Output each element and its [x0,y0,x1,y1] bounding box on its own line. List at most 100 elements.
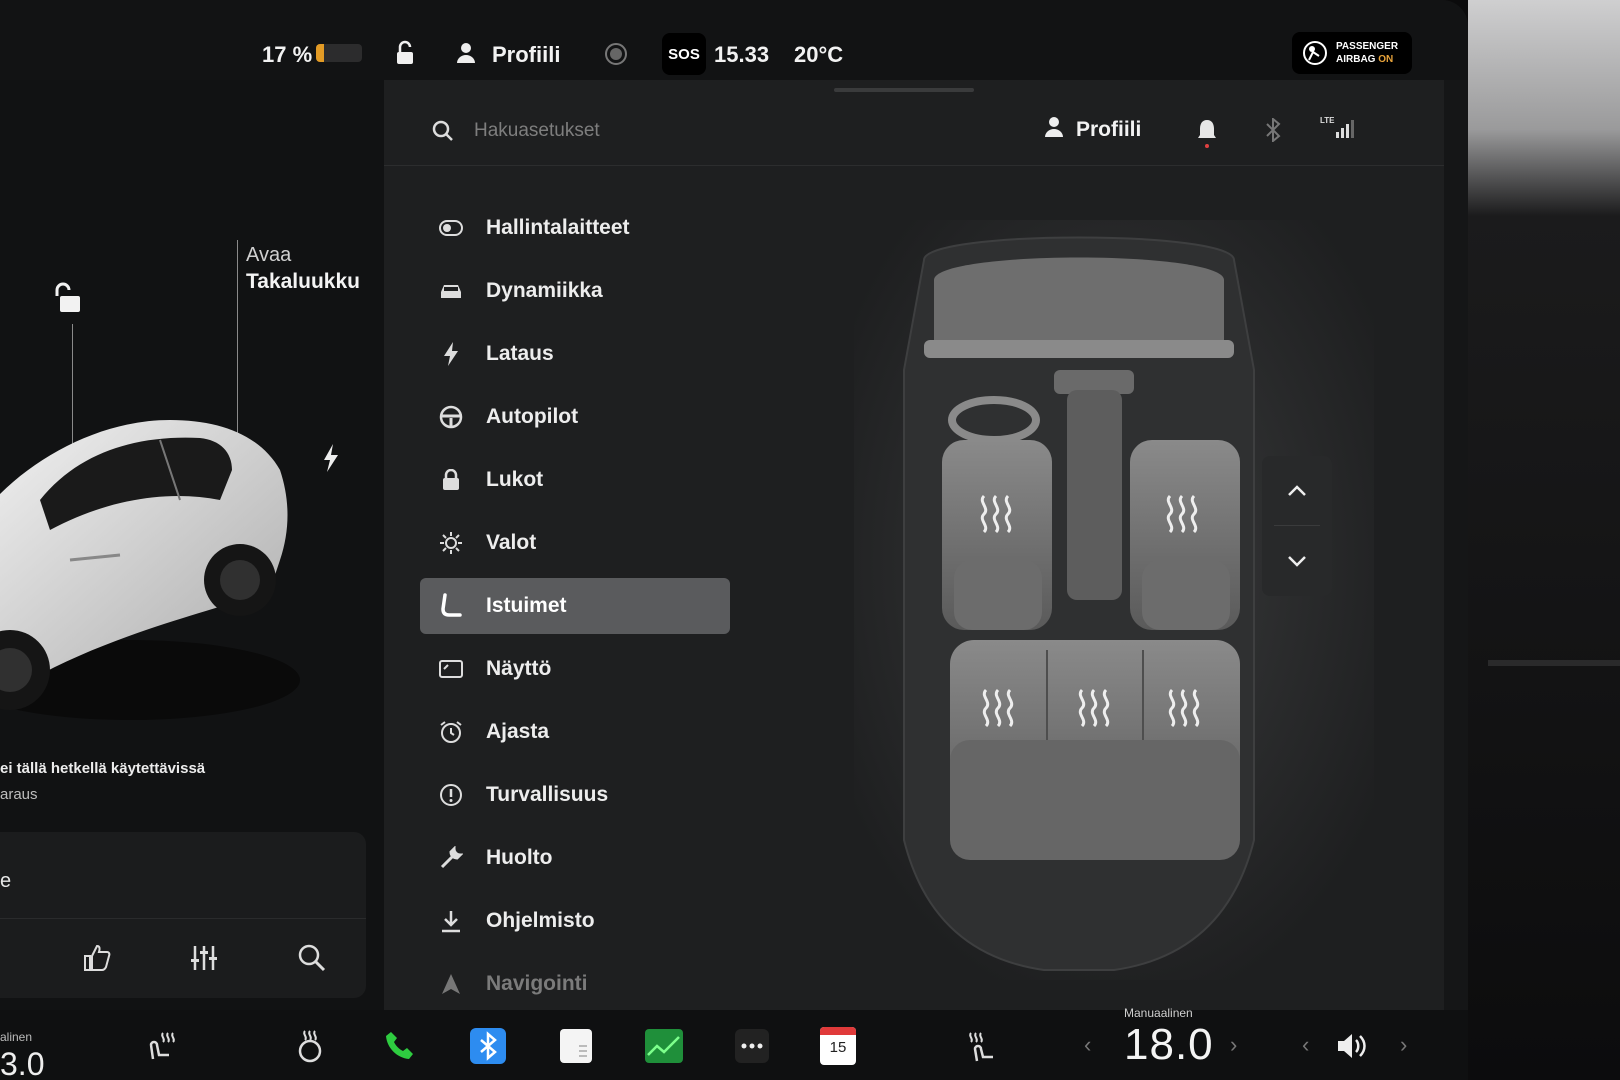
service-notice-sub: araus [0,786,38,803]
trunk-label-bottom[interactable]: Takaluukku [246,270,360,294]
menu-item-label: Autopilot [486,405,579,428]
driver-climate-mode: alinen [0,1030,33,1044]
bottom-dock: alinen 3.0 15 ‹ Manuaalinen 18.0 › ‹ › [0,1006,1468,1080]
scroll-up-button[interactable] [1262,456,1332,526]
bluetooth-app-icon[interactable] [466,1024,510,1068]
unlock-icon[interactable] [394,40,416,71]
profile-icon [1044,116,1064,144]
equalizer-icon[interactable] [186,940,222,976]
volume-icon[interactable] [1330,1024,1374,1068]
car-icon [438,282,464,300]
temp-decrease-icon[interactable]: ‹ [1084,1032,1091,1058]
bell-icon[interactable] [1196,118,1218,153]
settings-profile[interactable]: Profiili [1044,116,1141,144]
panel-grip[interactable] [834,88,974,92]
menu-item-istuimet[interactable]: Istuimet [420,578,730,634]
toggle-icon [438,220,464,236]
menu-item-label: Ajasta [486,720,550,743]
svg-text:LTE: LTE [1320,116,1335,125]
sos-button[interactable]: SOS [662,33,706,75]
rear-seat-heater-icon[interactable] [960,1024,1004,1068]
menu-item-label: Valot [486,531,537,554]
download-icon [438,909,464,933]
alert-circle-icon [438,783,464,807]
energy-app-icon[interactable] [642,1024,686,1068]
menu-item-label: Hallintalaitteet [486,216,630,239]
seat-scroll-control [1262,456,1332,596]
lte-signal-icon: LTE [1320,114,1356,145]
lock-icon [438,469,464,491]
menu-item-valot[interactable]: Valot [420,515,730,571]
service-notice: ei tällä hetkellä käytettävissä [0,760,206,777]
volume-increase-icon[interactable]: › [1400,1032,1407,1058]
battery-indicator [316,44,362,62]
touchscreen: 17 % Profiili SOS 15.33 20°C PASSENGER A… [0,0,1468,1080]
calendar-app-icon[interactable]: 15 [816,1024,860,1068]
calendar-day: 15 [829,1039,847,1056]
menu-item-label: Navigointi [486,972,588,995]
menu-item-autopilot[interactable]: Autopilot [420,389,730,445]
settings-panel: Profiili LTE Hallintalaitteet Dynamiikka L… [384,80,1444,1010]
frunk-unlock-icon[interactable] [54,282,84,319]
profile-icon[interactable] [456,42,476,69]
menu-item-ajasta[interactable]: Ajasta [420,704,730,760]
bolt-icon [438,342,464,366]
menu-item-lukot[interactable]: Lukot [420,452,730,508]
media-player-card: e [0,832,366,998]
menu-item-n-ytt-[interactable]: Näyttö [420,641,730,697]
menu-item-ohjelmisto[interactable]: Ohjelmisto [420,893,730,949]
seat-heater-overview [854,220,1374,980]
clock: 15.33 [714,42,770,67]
menu-item-label: Lataus [486,342,554,365]
settings-topbar: Profiili LTE [384,94,1444,166]
search-icon[interactable] [432,120,454,147]
menu-item-label: Näyttö [486,657,552,680]
chevron-down-icon [1288,556,1306,567]
phone-icon[interactable] [378,1024,422,1068]
menu-item-dynamiikka[interactable]: Dynamiikka [420,263,730,319]
sun-icon [438,531,464,555]
car-illustration [0,420,300,720]
bluetooth-icon[interactable] [1264,116,1282,147]
settings-search-input[interactable] [474,114,874,148]
menu-item-turvallisuus[interactable]: Turvallisuus [420,767,730,823]
car-status-panel: Avaa Takaluukku ei tällä hetkellä käytet… [0,80,384,1020]
record-icon[interactable] [604,42,628,71]
climate-temperature[interactable]: 18.0 [1124,1020,1214,1070]
menu-item-label: Lukot [486,468,544,491]
seat-heater-dock-icon[interactable] [140,1024,184,1068]
climate-mode-label: Manuaalinen [1124,1006,1193,1020]
menu-item-huolto[interactable]: Huolto [420,830,730,886]
thumbs-up-icon[interactable] [78,940,114,976]
menu-item-navigointi[interactable]: Navigointi [420,956,730,1012]
menu-item-label: Dynamiikka [486,279,603,302]
media-search-icon[interactable] [294,940,330,976]
charge-port-icon[interactable] [322,444,340,477]
menu-item-label: Istuimet [486,594,567,617]
chevron-up-icon [1288,485,1306,496]
car-interior-background [1468,0,1620,1080]
media-title[interactable]: e [0,870,11,893]
menu-item-label: Turvallisuus [486,783,609,806]
passenger-airbag-badge: PASSENGER AIRBAG ON [1292,32,1412,74]
scroll-down-button[interactable] [1262,526,1332,596]
seat-icon [438,593,464,619]
driver-temperature[interactable]: 3.0 [0,1046,44,1080]
steering-heater-icon[interactable] [288,1024,332,1068]
navigation-icon [438,972,464,996]
volume-decrease-icon[interactable]: ‹ [1302,1032,1309,1058]
status-bar: 17 % Profiili SOS 15.33 20°C PASSENGER A… [0,0,1468,80]
menu-item-hallintalaitteet[interactable]: Hallintalaitteet [420,200,730,256]
more-apps-icon[interactable] [730,1024,774,1068]
menu-item-lataus[interactable]: Lataus [420,326,730,382]
display-icon [438,659,464,679]
menu-item-label: Ohjelmisto [486,909,595,932]
temp-increase-icon[interactable]: › [1230,1032,1237,1058]
trunk-label-top[interactable]: Avaa [246,244,291,267]
airbag-icon [1302,40,1328,71]
status-profile-label[interactable]: Profiili [492,42,560,68]
steering-wheel-icon [438,405,464,429]
battery-percent: 17 % [262,42,313,67]
notes-app-icon[interactable] [554,1024,598,1068]
alarm-clock-icon [438,720,464,744]
